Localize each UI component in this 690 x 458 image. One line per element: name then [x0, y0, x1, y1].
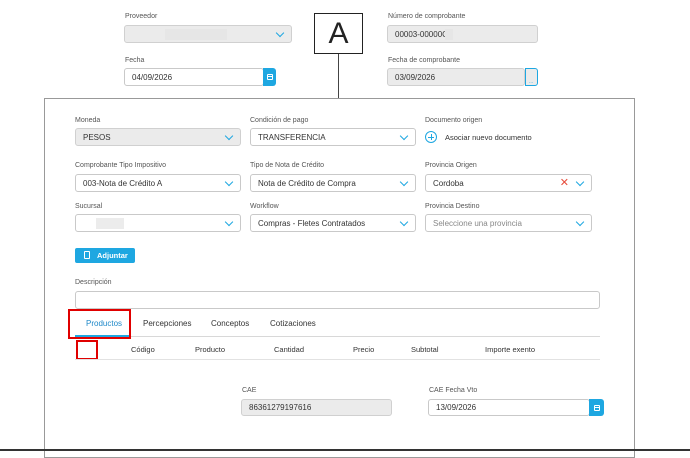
chevron-down-icon — [224, 131, 234, 141]
chevron-down-icon — [275, 28, 285, 38]
column-importe-exento[interactable]: Importe exento — [485, 345, 535, 354]
chevron-down-icon — [575, 217, 585, 227]
numero-label: Número de comprobante — [388, 13, 466, 20]
dots-icon: ... — [529, 79, 534, 85]
tabs-divider — [75, 336, 600, 337]
sucursal-select[interactable] — [75, 214, 241, 232]
documento-label: Documento origen — [425, 117, 483, 124]
descripcion-input[interactable] — [75, 291, 600, 309]
column-codigo[interactable]: Código — [131, 345, 155, 354]
numero-input[interactable]: 00003-00000C — [387, 25, 538, 43]
associate-document-link[interactable]: Asociar nuevo documento — [445, 133, 532, 142]
proveedor-select[interactable] — [124, 25, 292, 43]
highlight-box-productos — [68, 309, 131, 339]
annotation-connector — [338, 54, 339, 99]
tipo-impositivo-label: Comprobante Tipo Impositivo — [75, 162, 167, 169]
tipo-nota-select[interactable]: Nota de Crédito de Compra — [250, 174, 416, 192]
chevron-down-icon — [399, 131, 409, 141]
calendar-button[interactable] — [263, 68, 276, 86]
file-icon — [84, 251, 90, 259]
workflow-select[interactable]: Compras - Fletes Contratados — [250, 214, 416, 232]
add-document-button[interactable] — [425, 131, 437, 143]
fecha-label: Fecha — [125, 57, 145, 64]
column-subtotal[interactable]: Subtotal — [411, 345, 439, 354]
redacted-value — [445, 29, 453, 40]
cae-fecha-label: CAE Fecha Vto — [429, 387, 478, 394]
calendar-icon — [593, 404, 600, 411]
redacted-value — [165, 29, 227, 40]
cae-input[interactable]: 86361279197616 — [241, 399, 392, 416]
provincia-origen-label: Provincia Origen — [425, 162, 477, 169]
tipo-nota-label: Tipo de Nota de Crédito — [250, 162, 325, 169]
chevron-down-icon — [224, 177, 234, 187]
tab-conceptos[interactable]: Conceptos — [211, 319, 249, 328]
column-precio[interactable]: Precio — [353, 345, 374, 354]
workflow-label: Workflow — [250, 203, 279, 210]
condicion-label: Condición de pago — [250, 117, 309, 124]
moneda-select[interactable]: PESOS — [75, 128, 241, 146]
condicion-select[interactable]: TRANSFERENCIA — [250, 128, 416, 146]
fecha-comprobante-input[interactable]: 03/09/2026 — [387, 68, 525, 86]
table-header-divider — [75, 359, 600, 360]
provincia-destino-label: Provincia Destino — [425, 203, 480, 210]
cae-label: CAE — [242, 387, 257, 394]
descripcion-label: Descripción — [75, 279, 112, 286]
clear-icon[interactable]: ✕ — [560, 176, 569, 190]
cae-fecha-input[interactable]: 13/09/2026 — [428, 399, 590, 416]
calendar-icon — [266, 74, 273, 80]
chevron-down-icon — [575, 177, 585, 187]
calendar-button-disabled[interactable]: ... — [525, 68, 538, 86]
tab-percepciones[interactable]: Percepciones — [143, 319, 191, 328]
fecha-input[interactable]: 04/09/2026 — [124, 68, 264, 86]
chevron-down-icon — [399, 217, 409, 227]
provincia-destino-select[interactable]: Seleccione una provincia — [425, 214, 592, 232]
proveedor-label: Proveedor — [125, 13, 158, 20]
redacted-value — [96, 218, 124, 229]
fecha-comprobante-label: Fecha de comprobante — [388, 57, 460, 64]
adjuntar-button[interactable]: Adjuntar — [75, 248, 135, 263]
provincia-origen-select[interactable]: Cordoba ✕ — [425, 174, 592, 192]
sucursal-label: Sucursal — [75, 203, 103, 210]
column-cantidad[interactable]: Cantidad — [274, 345, 304, 354]
calendar-button[interactable] — [589, 399, 604, 416]
tipo-impositivo-select[interactable]: 003-Nota de Crédito A — [75, 174, 241, 192]
chevron-down-icon — [399, 177, 409, 187]
highlight-box-select-column — [76, 340, 98, 360]
column-producto[interactable]: Producto — [195, 345, 225, 354]
annotation-box: A — [314, 13, 363, 54]
moneda-label: Moneda — [75, 117, 101, 124]
tab-cotizaciones[interactable]: Cotizaciones — [270, 319, 316, 328]
chevron-down-icon — [224, 217, 234, 227]
